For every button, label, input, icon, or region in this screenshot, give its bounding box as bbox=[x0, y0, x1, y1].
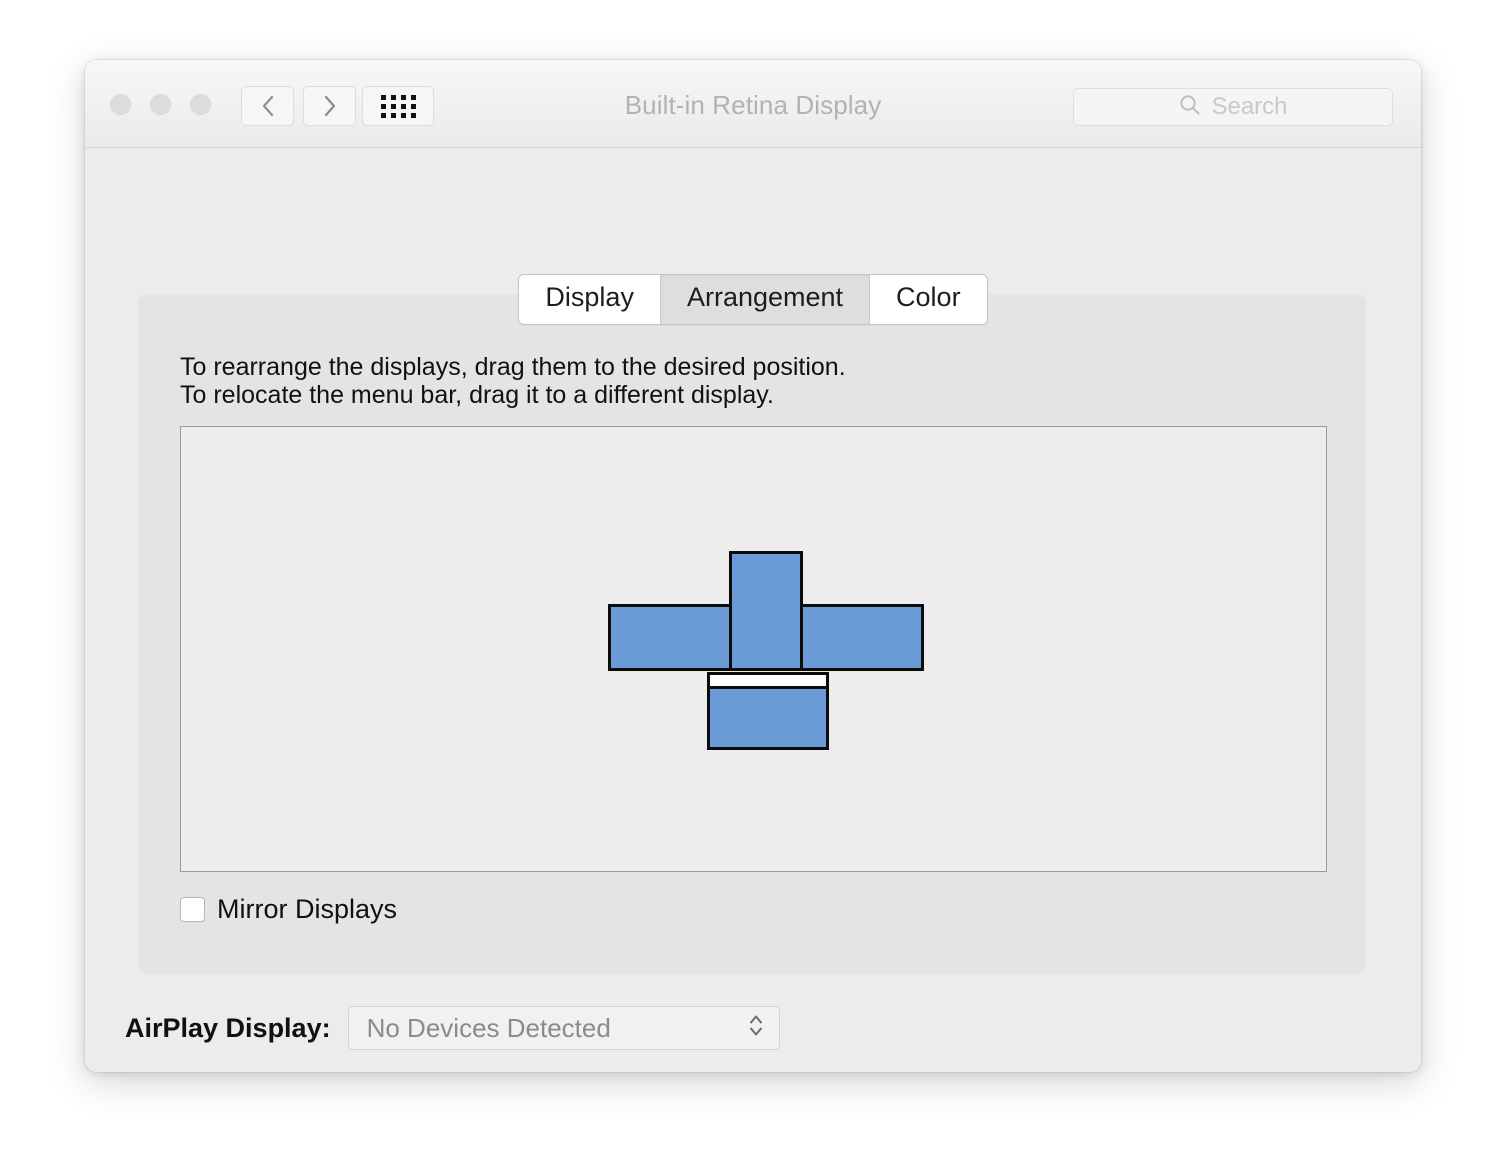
airplay-display-popup[interactable]: No Devices Detected bbox=[347, 1006, 780, 1050]
tab-display[interactable]: Display bbox=[519, 275, 661, 324]
display-bottom[interactable] bbox=[707, 672, 829, 750]
airplay-display-row: AirPlay Display: No Devices Detected bbox=[125, 1006, 780, 1050]
tab-bar: Display Arrangement Color bbox=[85, 274, 1421, 325]
tab-group: Display Arrangement Color bbox=[518, 274, 988, 325]
instructions-text: To rearrange the displays, drag them to … bbox=[180, 353, 846, 410]
mirror-displays-label: Mirror Displays bbox=[217, 894, 398, 924]
preference-pane-content: Display Arrangement Color To rearrange t… bbox=[85, 148, 1421, 1072]
tab-color[interactable]: Color bbox=[870, 275, 987, 324]
airplay-display-label: AirPlay Display: bbox=[125, 1012, 331, 1043]
airplay-display-value: No Devices Detected bbox=[366, 1012, 611, 1043]
display-right[interactable] bbox=[800, 604, 924, 671]
search-field[interactable]: Search bbox=[1073, 88, 1393, 126]
mirror-displays-checkbox[interactable] bbox=[180, 897, 205, 922]
chevron-up-down-icon bbox=[747, 1011, 765, 1046]
tab-arrangement[interactable]: Arrangement bbox=[660, 275, 871, 324]
arrangement-groupbox: To rearrange the displays, drag them to … bbox=[138, 294, 1366, 974]
search-placeholder: Search bbox=[1211, 93, 1288, 120]
display-arrangement-canvas[interactable] bbox=[180, 426, 1327, 872]
menu-bar-strip[interactable] bbox=[710, 675, 826, 689]
instruction-line-2: To relocate the menu bar, drag it to a d… bbox=[180, 381, 774, 410]
window-titlebar: Built-in Retina Display Search bbox=[85, 60, 1421, 148]
search-icon bbox=[1178, 93, 1202, 122]
display-left[interactable] bbox=[608, 604, 732, 671]
system-preferences-window: Built-in Retina Display Search Display A… bbox=[85, 60, 1421, 1072]
instruction-line-1: To rearrange the displays, drag them to … bbox=[180, 353, 846, 381]
mirror-displays-row[interactable]: Mirror Displays bbox=[180, 894, 397, 925]
display-top[interactable] bbox=[729, 551, 803, 671]
